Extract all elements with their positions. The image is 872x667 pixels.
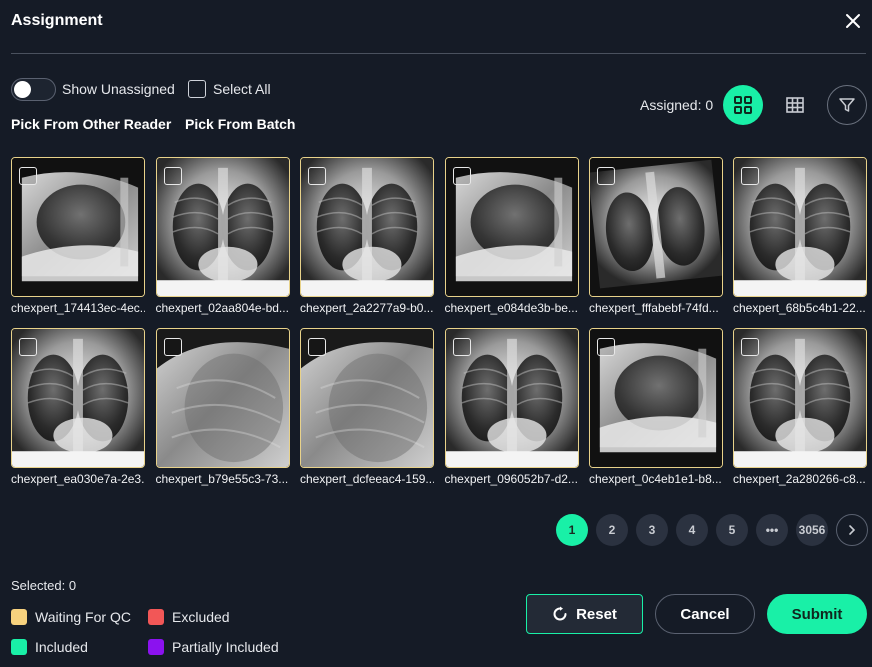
- reset-label: Reset: [576, 605, 617, 623]
- xray-thumbnail[interactable]: [155, 328, 290, 468]
- image-card[interactable]: chexpert_b79e55c3-73...: [155, 328, 290, 486]
- reset-button[interactable]: Reset: [526, 594, 643, 634]
- page-button-2[interactable]: 2: [596, 514, 628, 546]
- image-card[interactable]: chexpert_2a280266-c8...: [733, 328, 867, 486]
- image-caption: chexpert_e084de3b-be...: [444, 301, 578, 315]
- grid-view-button[interactable]: [723, 85, 763, 125]
- cancel-button[interactable]: Cancel: [655, 594, 755, 634]
- image-select-checkbox[interactable]: [452, 338, 471, 356]
- legend-swatch: [11, 609, 27, 625]
- legend-label: Included: [35, 639, 88, 655]
- image-select-checkbox[interactable]: [597, 338, 615, 356]
- filter-icon: [839, 98, 855, 112]
- xray-thumbnail[interactable]: [300, 328, 434, 468]
- xray-thumbnail[interactable]: [300, 157, 434, 297]
- page-ellipsis[interactable]: •••: [756, 514, 788, 546]
- select-all-label: Select All: [213, 81, 271, 97]
- next-page-button[interactable]: [836, 514, 868, 546]
- selected-count: Selected: 0: [11, 578, 77, 593]
- table-view-button[interactable]: [775, 85, 815, 125]
- image-card[interactable]: chexpert_fffabebf-74fd...: [589, 157, 723, 315]
- image-card[interactable]: chexpert_dcfeeac4-159...: [300, 328, 434, 486]
- image-caption: chexpert_096052b7-d2...: [444, 472, 578, 486]
- image-caption: chexpert_02aa804e-bd...: [155, 301, 289, 315]
- image-caption: chexpert_2a2277a9-b0...: [300, 301, 434, 315]
- pick-from-other-reader-link[interactable]: Pick From Other Reader: [11, 116, 171, 132]
- legend-swatch: [11, 639, 27, 655]
- filter-button[interactable]: [827, 85, 867, 125]
- image-select-checkbox[interactable]: [163, 167, 182, 185]
- image-select-checkbox[interactable]: [452, 167, 471, 185]
- toggle-knob: [14, 81, 31, 98]
- xray-thumbnail[interactable]: [444, 328, 579, 468]
- page-button-3[interactable]: 3: [636, 514, 668, 546]
- chevron-right-icon: [849, 525, 856, 535]
- legend-label: Excluded: [172, 609, 230, 625]
- image-card[interactable]: chexpert_68b5c4b1-22...: [733, 157, 867, 315]
- page-button-4[interactable]: 4: [676, 514, 708, 546]
- header-divider: [11, 53, 866, 54]
- modal-header: Assignment: [0, 0, 872, 54]
- image-select-checkbox[interactable]: [308, 167, 326, 185]
- image-card[interactable]: chexpert_0c4eb1e1-b8...: [589, 328, 723, 486]
- legend-label: Waiting For QC: [35, 609, 131, 625]
- image-caption: chexpert_dcfeeac4-159...: [300, 472, 434, 486]
- select-all-checkbox[interactable]: [188, 80, 206, 98]
- image-caption: chexpert_ea030e7a-2e3...: [11, 472, 145, 486]
- table-view-icon: [786, 97, 804, 113]
- xray-thumbnail[interactable]: [155, 157, 290, 297]
- page-button-3056[interactable]: 3056: [796, 514, 828, 546]
- image-select-checkbox[interactable]: [163, 338, 182, 356]
- image-card[interactable]: chexpert_096052b7-d2...: [444, 328, 579, 486]
- close-icon[interactable]: [844, 12, 862, 30]
- modal-title: Assignment: [11, 12, 103, 29]
- submit-button[interactable]: Submit: [767, 594, 867, 634]
- legend-waiting-for-qc: Waiting For QC: [11, 609, 131, 625]
- legend-label: Partially Included: [172, 639, 279, 655]
- page-button-1[interactable]: 1: [556, 514, 588, 546]
- image-card[interactable]: chexpert_174413ec-4ec...: [11, 157, 145, 315]
- image-caption: chexpert_fffabebf-74fd...: [589, 301, 719, 315]
- image-caption: chexpert_68b5c4b1-22...: [733, 301, 866, 315]
- image-select-checkbox[interactable]: [308, 338, 326, 356]
- page-button-5[interactable]: 5: [716, 514, 748, 546]
- legend-partially-included: Partially Included: [148, 639, 279, 655]
- legend-excluded: Excluded: [148, 609, 230, 625]
- image-select-checkbox[interactable]: [741, 338, 759, 356]
- xray-thumbnail[interactable]: [733, 328, 867, 468]
- xray-thumbnail[interactable]: [733, 157, 867, 297]
- image-card[interactable]: chexpert_2a2277a9-b0...: [300, 157, 434, 315]
- grid-view-icon: [734, 96, 752, 114]
- legend-swatch: [148, 609, 164, 625]
- xray-thumbnail[interactable]: [589, 328, 723, 468]
- image-select-checkbox[interactable]: [19, 167, 37, 185]
- xray-thumbnail[interactable]: [11, 328, 145, 468]
- xray-thumbnail[interactable]: [11, 157, 145, 297]
- image-select-checkbox[interactable]: [597, 167, 615, 185]
- xray-thumbnail[interactable]: [589, 157, 723, 297]
- image-select-checkbox[interactable]: [741, 167, 759, 185]
- image-caption: chexpert_174413ec-4ec...: [11, 301, 145, 315]
- show-unassigned-label: Show Unassigned: [62, 81, 175, 97]
- image-caption: chexpert_2a280266-c8...: [733, 472, 866, 486]
- image-card[interactable]: chexpert_ea030e7a-2e3...: [11, 328, 145, 486]
- legend-included: Included: [11, 639, 88, 655]
- image-select-checkbox[interactable]: [19, 338, 37, 356]
- assigned-count: Assigned: 0: [640, 97, 714, 113]
- show-unassigned-toggle[interactable]: [11, 78, 56, 101]
- legend-swatch: [148, 639, 164, 655]
- image-card[interactable]: chexpert_e084de3b-be...: [444, 157, 579, 315]
- pick-from-batch-link[interactable]: Pick From Batch: [185, 116, 295, 132]
- refresh-icon: [553, 606, 567, 621]
- image-caption: chexpert_0c4eb1e1-b8...: [589, 472, 722, 486]
- image-caption: chexpert_b79e55c3-73...: [155, 472, 289, 486]
- image-card[interactable]: chexpert_02aa804e-bd...: [155, 157, 290, 315]
- xray-thumbnail[interactable]: [444, 157, 579, 297]
